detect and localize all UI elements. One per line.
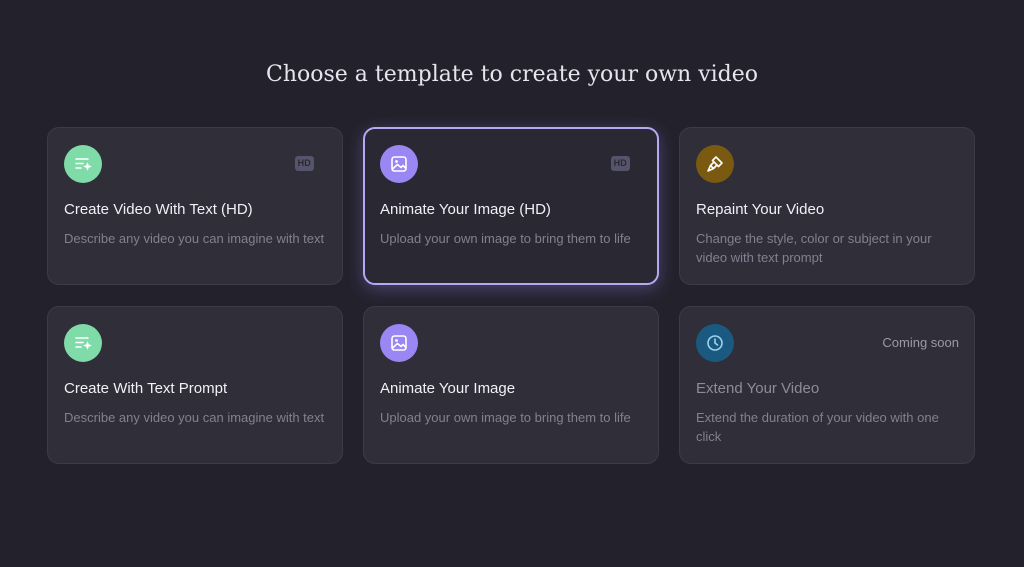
card-description: Upload your own image to bring them to l… bbox=[380, 410, 631, 425]
card-title: Create Video With Text (HD) bbox=[64, 201, 253, 218]
card-description: Describe any video you can imagine with … bbox=[64, 231, 325, 246]
template-card-repaint-your-video[interactable]: Repaint Your Video Change the style, col… bbox=[679, 127, 975, 285]
clock-icon bbox=[696, 324, 734, 362]
card-title: Animate Your Image bbox=[380, 380, 516, 397]
brush-icon bbox=[696, 145, 734, 183]
text-sparkle-icon bbox=[64, 145, 102, 183]
image-icon bbox=[380, 324, 418, 362]
template-picker-page: Choose a template to create your own vid… bbox=[0, 0, 1024, 567]
card-description: Upload your own image to bring them to l… bbox=[380, 231, 631, 246]
card-title: Create With Text Prompt bbox=[64, 380, 228, 397]
template-grid: HD Create Video With Text (HD) Describe … bbox=[47, 127, 976, 464]
text-sparkle-icon bbox=[64, 324, 102, 362]
card-description: Describe any video you can imagine with … bbox=[64, 410, 325, 425]
card-title: Extend Your Video bbox=[696, 380, 820, 397]
hd-badge: HD bbox=[294, 156, 314, 171]
card-description: Extend the duration of your video with o… bbox=[696, 410, 939, 444]
template-card-extend-your-video: Coming soon Extend Your Video Extend the… bbox=[679, 306, 975, 464]
hd-badge: HD bbox=[610, 156, 630, 171]
template-card-animate-your-image-hd[interactable]: HD Animate Your Image (HD) Upload your o… bbox=[363, 127, 659, 285]
template-card-create-with-text-prompt[interactable]: Create With Text Prompt Describe any vid… bbox=[47, 306, 343, 464]
coming-soon-badge: Coming soon bbox=[882, 335, 959, 350]
image-icon bbox=[380, 145, 418, 183]
template-card-create-video-with-text-hd[interactable]: HD Create Video With Text (HD) Describe … bbox=[47, 127, 343, 285]
template-card-animate-your-image[interactable]: Animate Your Image Upload your own image… bbox=[363, 306, 659, 464]
page-title: Choose a template to create your own vid… bbox=[265, 62, 759, 87]
card-title: Repaint Your Video bbox=[696, 201, 825, 218]
card-title: Animate Your Image (HD) bbox=[380, 201, 551, 218]
card-description: Change the style, color or subject in yo… bbox=[696, 231, 932, 265]
